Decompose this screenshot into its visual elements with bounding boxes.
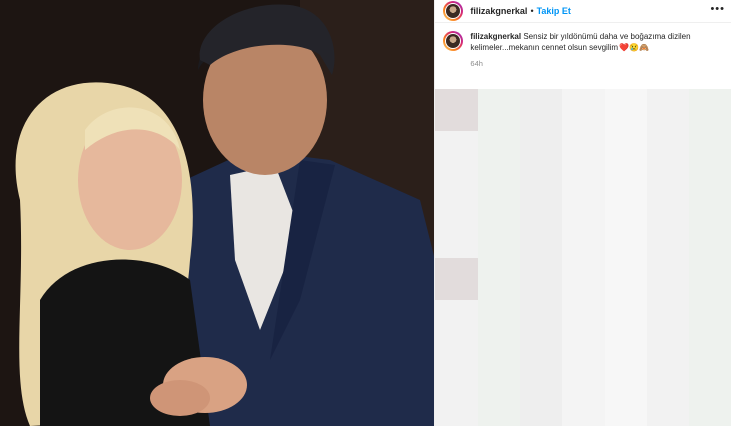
blur-block	[520, 131, 563, 175]
blur-block	[562, 173, 606, 217]
blur-block	[689, 300, 731, 343]
blur-block	[689, 89, 731, 132]
blur-block	[435, 257, 479, 301]
blur-block	[689, 384, 731, 426]
blur-block	[689, 342, 731, 386]
caption-avatar[interactable]	[443, 31, 464, 51]
caption-avatar-ring	[445, 33, 462, 49]
blur-block	[562, 131, 606, 175]
blur-block	[646, 300, 690, 343]
blur-block	[646, 215, 690, 259]
blur-block	[604, 342, 648, 386]
blur-block	[435, 173, 479, 217]
blur-block	[604, 89, 648, 132]
post-side-panel: filizakgnerkal • Takip Et ••• filizakgne…	[434, 0, 731, 426]
blur-block	[435, 300, 479, 343]
blur-block	[477, 342, 521, 386]
blur-block	[477, 173, 521, 217]
blur-block	[520, 342, 563, 386]
blur-block	[604, 173, 648, 217]
blur-block	[646, 384, 690, 426]
blur-block	[477, 215, 521, 259]
blur-block	[562, 300, 606, 343]
blurred-comments-area	[435, 89, 731, 426]
blur-block	[477, 300, 521, 343]
avatar-image	[446, 4, 461, 18]
blur-block	[689, 131, 731, 175]
post-timestamp[interactable]: 64h	[470, 59, 731, 68]
blur-block	[604, 215, 648, 259]
blur-block	[435, 384, 479, 426]
blur-block	[477, 89, 521, 132]
blur-block	[646, 342, 690, 386]
blur-block	[520, 215, 563, 259]
blur-block	[646, 89, 690, 132]
avatar-ring	[445, 3, 462, 19]
blur-block	[562, 257, 606, 301]
blur-block	[604, 131, 648, 175]
blur-block	[646, 131, 690, 175]
blur-block	[435, 89, 479, 132]
blur-block	[689, 215, 731, 259]
separator-dot: •	[530, 6, 534, 16]
avatar[interactable]	[443, 1, 464, 21]
blur-block	[604, 384, 648, 426]
post-header: filizakgnerkal • Takip Et •••	[435, 0, 731, 23]
caption-username[interactable]: filizakgnerkal	[470, 32, 521, 41]
blur-block	[562, 342, 606, 386]
blur-block	[562, 215, 606, 259]
blur-block	[562, 89, 606, 132]
post-photo-illustration	[0, 0, 435, 426]
blur-block	[520, 384, 563, 426]
blur-block	[646, 257, 690, 301]
blur-block	[435, 342, 479, 386]
header-username[interactable]: filizakgnerkal	[470, 6, 527, 16]
blur-block	[435, 215, 479, 259]
caption-emojis: ❤️😢🙈	[619, 43, 649, 52]
more-options-icon[interactable]: •••	[710, 3, 725, 15]
follow-button[interactable]: Takip Et	[537, 6, 571, 16]
blur-block	[520, 89, 563, 132]
blur-block	[520, 257, 563, 301]
blur-block	[562, 384, 606, 426]
blur-block	[477, 131, 521, 175]
blur-block	[689, 257, 731, 301]
caption-avatar-image	[446, 34, 461, 48]
blur-block	[604, 257, 648, 301]
caption: filizakgnerkal Sensiz bir yıldönümü daha…	[435, 23, 731, 53]
caption-body: filizakgnerkal Sensiz bir yıldönümü daha…	[470, 31, 700, 53]
blur-block	[477, 257, 521, 301]
blur-block	[477, 384, 521, 426]
blur-block	[520, 300, 563, 343]
blur-block	[520, 173, 563, 217]
blur-block	[689, 173, 731, 217]
blur-block	[604, 300, 648, 343]
post-photo[interactable]	[0, 0, 435, 426]
instagram-post: filizakgnerkal • Takip Et ••• filizakgne…	[0, 0, 731, 426]
blur-block	[435, 131, 479, 175]
blur-block	[646, 173, 690, 217]
